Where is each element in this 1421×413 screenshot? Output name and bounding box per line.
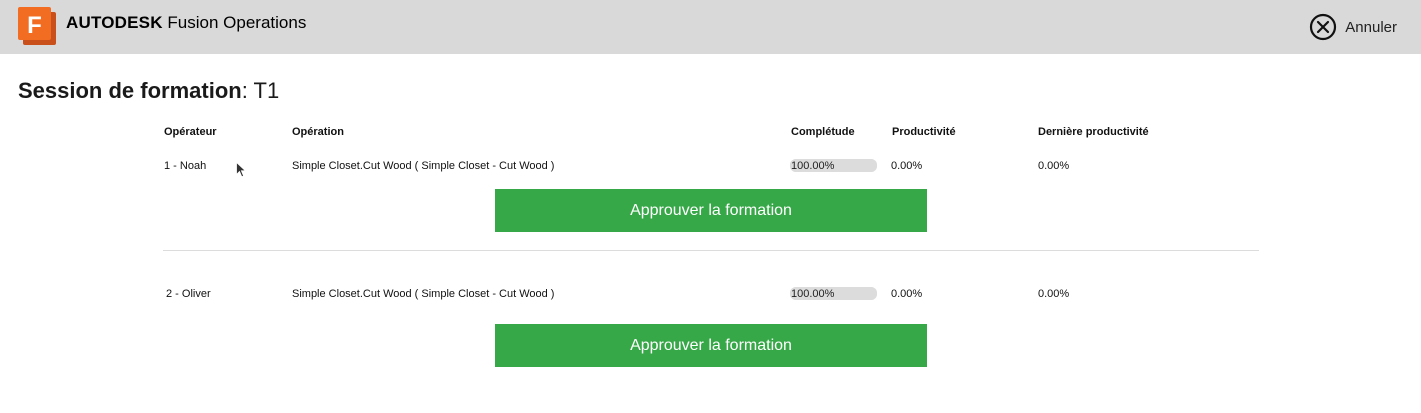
top-bar: F AUTODESK Fusion Operations Annuler bbox=[0, 0, 1421, 54]
column-header-productivity: Productivité bbox=[892, 126, 956, 138]
column-header-last-productivity: Dernière productivité bbox=[1038, 126, 1149, 138]
brand-name: AUTODESK bbox=[66, 13, 163, 32]
column-header-operation: Opération bbox=[292, 126, 344, 138]
fusion-logo-icon: F bbox=[18, 7, 56, 45]
row-divider bbox=[163, 250, 1259, 251]
column-header-completion: Complétude bbox=[791, 126, 855, 138]
completion-progress-bar: 100.00% bbox=[790, 159, 877, 172]
cancel-label: Annuler bbox=[1345, 18, 1397, 36]
last-productivity-value: 0.00% bbox=[1038, 288, 1070, 300]
session-separator: : bbox=[241, 78, 254, 103]
completion-text: 100.00% bbox=[791, 160, 835, 172]
last-productivity-value: 0.00% bbox=[1038, 160, 1070, 172]
logo-letter: F bbox=[27, 12, 42, 39]
session-value: T1 bbox=[253, 78, 280, 103]
column-header-operator: Opérateur bbox=[164, 126, 217, 138]
page-title: Session de formation: T1 bbox=[18, 78, 279, 104]
completion-text: 100.00% bbox=[791, 288, 835, 300]
completion-progress-bar: 100.00% bbox=[790, 287, 877, 300]
operation-name: Simple Closet.Cut Wood ( Simple Closet -… bbox=[292, 160, 555, 172]
approve-training-button[interactable]: Approuver la formation bbox=[495, 189, 927, 232]
cancel-button[interactable]: Annuler bbox=[1309, 13, 1397, 41]
close-circle-icon bbox=[1310, 13, 1337, 41]
app-brand: AUTODESK Fusion Operations bbox=[66, 13, 306, 33]
productivity-value: 0.00% bbox=[891, 160, 923, 172]
mouse-cursor-icon bbox=[236, 162, 246, 178]
operator-name: 1 - Noah bbox=[164, 160, 207, 172]
approve-training-button[interactable]: Approuver la formation bbox=[495, 324, 927, 367]
operation-name: Simple Closet.Cut Wood ( Simple Closet -… bbox=[292, 288, 555, 300]
productivity-value: 0.00% bbox=[891, 288, 923, 300]
product-name: Fusion Operations bbox=[167, 13, 307, 32]
session-label: Session de formation bbox=[18, 78, 242, 103]
operator-name: 2 - Oliver bbox=[166, 288, 211, 300]
